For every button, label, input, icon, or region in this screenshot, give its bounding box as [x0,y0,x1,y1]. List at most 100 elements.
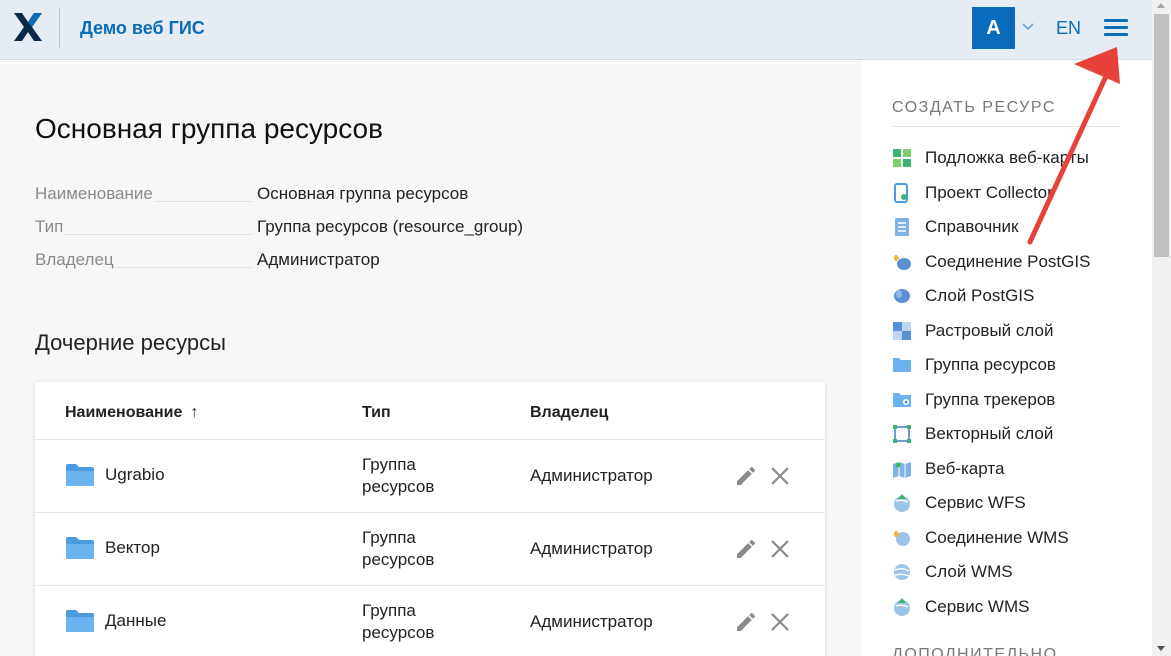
row-owner: Администратор [530,466,653,485]
sidebar-item-wms-connection[interactable]: Соединение WMS [892,521,1132,556]
wms-layer-icon [894,564,910,581]
folder-icon [66,610,94,632]
sidebar-item-label: Соединение WMS [925,527,1069,547]
sidebar-item-label: Слой PostGIS [925,286,1035,306]
property-row: Владелец Администратор [35,250,535,283]
row-owner: Администратор [530,612,653,631]
property-value: Основная группа ресурсов [257,184,469,203]
row-owner: Администратор [530,539,653,558]
wms-connection-icon [894,530,910,546]
pencil-edit-icon[interactable] [734,610,758,634]
row-name[interactable]: Вектор [65,536,160,560]
row-name[interactable]: Данные [65,609,166,633]
pencil-edit-icon[interactable] [734,464,758,488]
sidebar-item-label: Веб-карта [925,458,1005,478]
sidebar-item-tracker-group[interactable]: Группа трекеров [892,383,1132,418]
sidebar-item-label: Сервис WMS [925,596,1030,616]
main-content: Основная группа ресурсов Наименование Ос… [0,61,862,656]
row-type: Группа ресурсов [362,528,435,569]
row-type: Группа ресурсов [362,455,435,496]
sidebar-item-vector-layer[interactable]: Векторный слой [892,417,1132,452]
scrollbar-thumb[interactable] [1154,14,1169,257]
row-name-label[interactable]: Вектор [105,538,160,558]
extra-section-title: ДОПОЛНИТЕЛЬНО [892,646,1058,656]
sidebar-item-label: Сервис WFS [925,493,1026,513]
row-type: Группа ресурсов [362,601,435,642]
sidebar-item-label: Растровый слой [925,320,1054,340]
postgis-layer-icon [894,289,910,304]
delete-close-icon[interactable] [768,610,792,634]
wms-service-icon [894,597,910,616]
sidebar-item-raster-layer[interactable]: Растровый слой [892,314,1132,349]
nextgis-logo-icon[interactable] [12,11,44,43]
column-header-owner[interactable]: Владелец [530,404,608,422]
sidebar-item-label: Слой WMS [925,562,1013,582]
folder-icon [893,358,911,373]
sidebar-item-label: Проект Collector [925,182,1053,202]
sidebar-item-label: Справочник [925,217,1019,237]
table-row[interactable]: Вектор Группа ресурсов Администратор [35,512,825,585]
property-value[interactable]: Администратор [257,250,380,270]
sidebar-item-wms-layer[interactable]: Слой WMS [892,555,1132,590]
webmap-icon [893,461,911,478]
table-row[interactable]: Ugrabio Группа ресурсов Администратор [35,439,825,512]
app-title[interactable]: Демо веб ГИС [80,18,205,39]
create-resource-title: СОЗДАТЬ РЕСУРС [892,99,1056,116]
logo-divider [59,8,60,48]
delete-close-icon[interactable] [768,464,792,488]
vertical-scrollbar[interactable] [1152,0,1171,656]
row-name-label[interactable]: Данные [105,611,166,631]
wfs-service-icon [894,494,910,513]
column-header-name[interactable]: Наименование ↑ [65,404,198,422]
table-row[interactable]: Данные Группа ресурсов Администратор [35,585,825,656]
postgis-connection-icon [894,254,911,270]
user-avatar[interactable]: A [972,7,1015,49]
vector-layer-icon [893,425,911,444]
lookup-table-icon [895,218,909,237]
property-key: Тип [35,217,66,237]
create-resource-sidebar: СОЗДАТЬ РЕСУРС Подложка веб-карты Проект… [863,61,1152,656]
property-key: Наименование [35,184,155,204]
property-value: Группа ресурсов (resource_group) [257,217,524,236]
sidebar-item-label: Группа трекеров [925,389,1056,409]
children-table: Наименование ↑ Тип Владелец Ugrabio Груп… [35,382,825,656]
scroll-up-icon[interactable] [1157,3,1165,8]
property-key: Владелец [35,250,116,270]
sidebar-item-label: Соединение PostGIS [925,251,1091,271]
folder-icon [66,464,94,486]
scroll-down-icon[interactable] [1157,646,1165,651]
property-row: Тип Группа ресурсов (resource_group) [35,217,535,250]
sidebar-item-resource-group[interactable]: Группа ресурсов [892,348,1132,383]
chevron-down-icon[interactable] [1020,18,1036,34]
basemap-icon [893,149,911,168]
sidebar-item-lookup-table[interactable]: Справочник [892,210,1132,245]
create-resource-list: Подложка веб-карты Проект Collector Спра… [892,141,1132,624]
row-name[interactable]: Ugrabio [65,463,165,487]
sidebar-item-basemap[interactable]: Подложка веб-карты [892,141,1132,176]
top-header: Демо веб ГИС A EN [0,0,1152,60]
language-switch[interactable]: EN [1056,18,1081,39]
hamburger-menu-icon[interactable] [1102,17,1130,39]
folder-icon [66,537,94,559]
sidebar-item-label: Векторный слой [925,424,1054,444]
sidebar-item-wms-service[interactable]: Сервис WMS [892,590,1132,625]
page-title: Основная группа ресурсов [35,113,383,144]
resource-properties: Наименование Основная группа ресурсов Ти… [35,184,535,283]
raster-layer-icon [893,321,911,340]
collector-icon [894,182,908,203]
sidebar-item-collector[interactable]: Проект Collector [892,176,1132,211]
sort-ascending-icon[interactable]: ↑ [190,404,198,422]
sidebar-item-webmap[interactable]: Веб-карта [892,452,1132,487]
sidebar-item-postgis-connection[interactable]: Соединение PostGIS [892,245,1132,280]
sidebar-item-label: Группа ресурсов [925,355,1056,375]
property-row: Наименование Основная группа ресурсов [35,184,535,217]
row-name-label[interactable]: Ugrabio [105,465,165,485]
sidebar-divider [892,126,1121,127]
sidebar-item-wfs-service[interactable]: Сервис WFS [892,486,1132,521]
column-header-type[interactable]: Тип [362,404,391,422]
delete-close-icon[interactable] [768,537,792,561]
sidebar-item-postgis-layer[interactable]: Слой PostGIS [892,279,1132,314]
sidebar-item-label: Подложка веб-карты [925,148,1089,168]
pencil-edit-icon[interactable] [734,537,758,561]
tracker-group-icon [893,392,911,407]
